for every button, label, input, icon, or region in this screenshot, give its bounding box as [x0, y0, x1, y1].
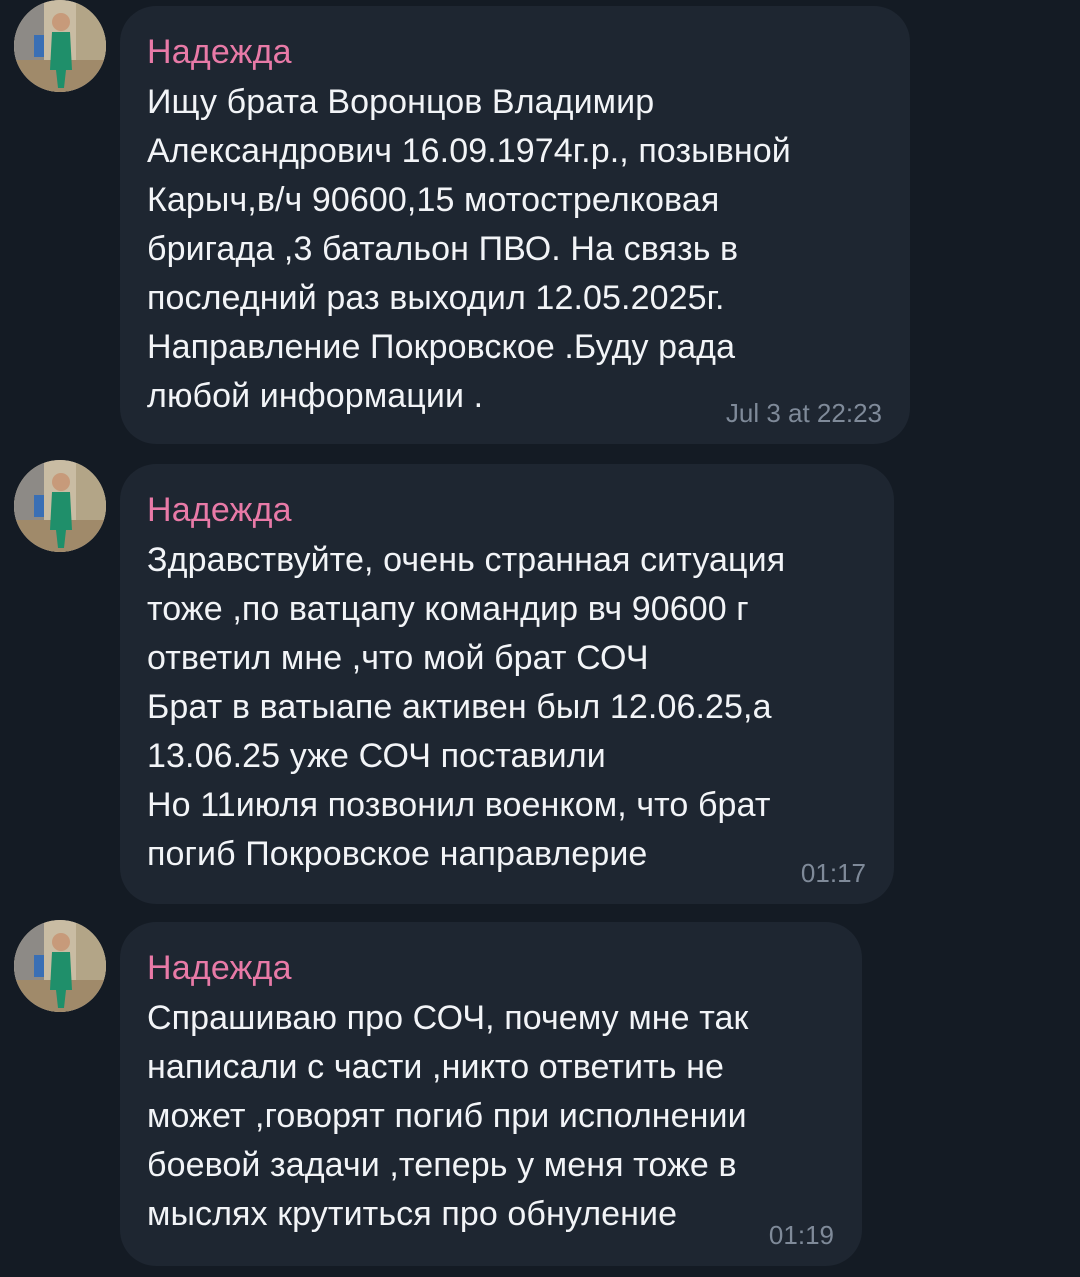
message-text: Здравствуйте, очень странная ситуация то… — [147, 541, 786, 873]
message-timestamp: Jul 3 at 22:23 — [725, 398, 882, 428]
avatar[interactable] — [14, 460, 106, 552]
avatar-photo-icon — [14, 920, 106, 1012]
avatar-photo-icon — [14, 460, 106, 552]
message-bubble[interactable]: Надежда Спрашиваю про СОЧ, почему мне та… — [120, 922, 862, 1266]
sender-name[interactable]: Надежда — [147, 28, 882, 76]
message-bubble[interactable]: Надежда Ищу брата Воронцов Владимир Алек… — [120, 6, 910, 444]
avatar-photo-icon — [14, 0, 106, 92]
message-timestamp: 01:19 — [768, 1220, 834, 1250]
message-text: Ищу брата Воронцов Владимир Александрови… — [147, 83, 791, 415]
message-text: Спрашиваю про СОЧ, почему мне так написа… — [147, 999, 749, 1233]
sender-name[interactable]: Надежда — [147, 486, 866, 534]
avatar[interactable] — [14, 0, 106, 92]
avatar[interactable] — [14, 920, 106, 1012]
message-timestamp: 01:17 — [800, 858, 866, 888]
message-bubble[interactable]: Надежда Здравствуйте, очень странная сит… — [120, 464, 894, 904]
sender-name[interactable]: Надежда — [147, 944, 834, 992]
